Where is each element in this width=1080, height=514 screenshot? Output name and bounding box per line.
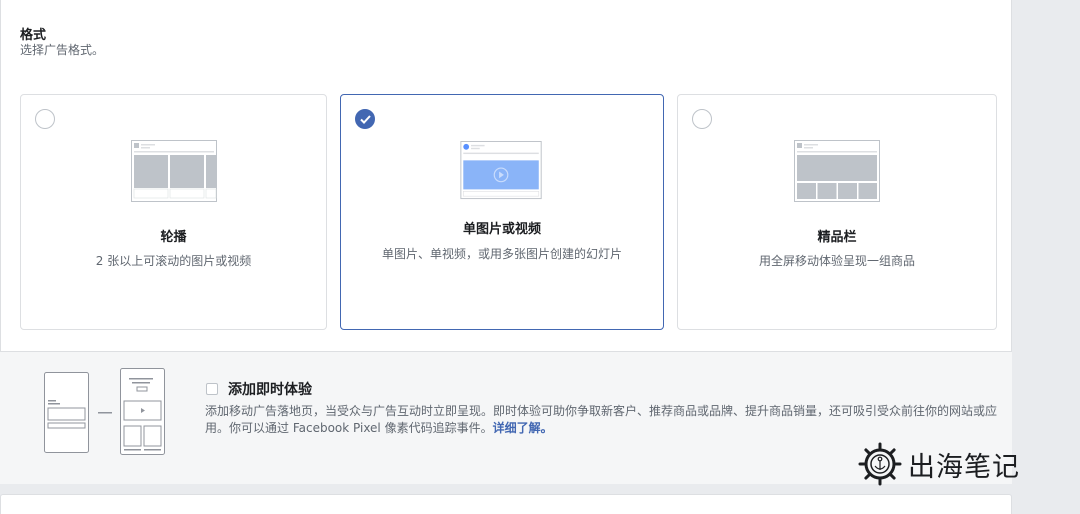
collection-title: 精品栏 xyxy=(817,230,857,245)
instant-experience-illustration-icon xyxy=(44,368,165,455)
format-card-single-image-video[interactable]: 单图片或视频 单图片、单视频，或用多张图片创建的幻灯片 xyxy=(340,94,664,330)
next-section-panel xyxy=(0,494,1012,514)
collection-thumbnail-icon xyxy=(794,140,880,202)
single-image-video-thumbnail-icon xyxy=(460,141,542,200)
instant-experience-checkbox[interactable] xyxy=(206,383,218,395)
format-section-subtitle: 选择广告格式。 xyxy=(20,43,105,57)
format-card-collection[interactable]: 精品栏 用全屏移动体验呈现一组商品 xyxy=(677,94,997,330)
instant-experience-title: 添加即时体验 xyxy=(228,382,312,398)
checkmark-icon xyxy=(360,115,371,124)
carousel-title: 轮播 xyxy=(160,230,187,245)
collection-radio[interactable] xyxy=(692,109,712,129)
learn-more-link[interactable]: 详细了解。 xyxy=(493,421,553,435)
format-card-carousel[interactable]: 轮播 2 张以上可滚动的图片或视频 xyxy=(20,94,327,330)
instant-experience-description: 添加移动广告落地页，当受众与广告互动时立即呈现。即时体验可助你争取新客户、推荐商… xyxy=(205,403,1005,437)
carousel-description: 2 张以上可滚动的图片或视频 xyxy=(95,254,252,268)
single-image-video-radio[interactable] xyxy=(355,109,375,129)
ship-wheel-logo-icon xyxy=(858,442,902,486)
single-image-video-title: 单图片或视频 xyxy=(462,222,541,237)
instant-experience-description-text: 添加移动广告落地页，当受众与广告互动时立即呈现。即时体验可助你争取新客户、推荐商… xyxy=(205,404,998,435)
carousel-radio[interactable] xyxy=(35,109,55,129)
carousel-thumbnail-icon xyxy=(130,140,217,202)
page-scrollbar-track[interactable] xyxy=(1058,0,1080,511)
watermark: 出海笔记 xyxy=(858,440,1020,488)
watermark-text: 出海笔记 xyxy=(908,451,1020,483)
collection-description: 用全屏移动体验呈现一组商品 xyxy=(758,254,915,268)
single-image-video-description: 单图片、单视频，或用多张图片创建的幻灯片 xyxy=(381,247,622,261)
